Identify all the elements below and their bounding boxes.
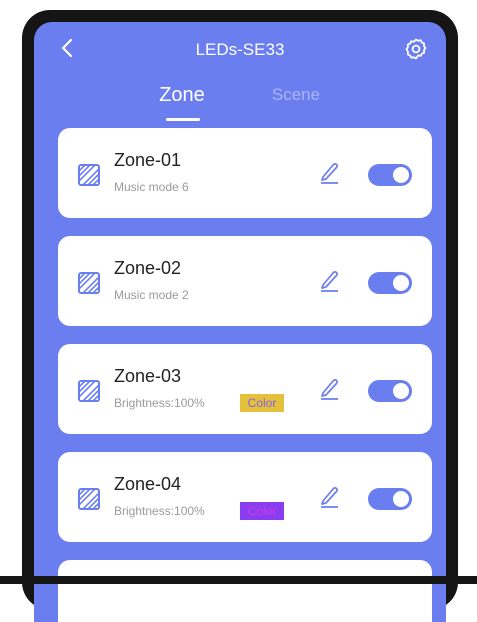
gear-icon (405, 38, 427, 60)
toggle-knob (393, 275, 409, 291)
zone-name: Zone-02 (114, 258, 182, 278)
zone-toggle[interactable] (368, 380, 412, 402)
zone-name: Zone-04 (114, 474, 182, 494)
header: LEDs-SE33 Zone Scene (34, 22, 446, 122)
edit-button[interactable] (318, 484, 340, 508)
color-swatch-tag: Color (240, 394, 284, 412)
pencil-icon (321, 271, 338, 292)
zone-brightness: Brightness:100% (114, 504, 205, 518)
edit-button[interactable] (318, 376, 340, 400)
tab-zone[interactable]: Zone (142, 84, 222, 107)
tab-scene[interactable]: Scene (256, 85, 336, 105)
pencil-icon (321, 163, 338, 184)
zone-name: Zone-01 (114, 150, 182, 170)
zone-toggle[interactable] (368, 272, 412, 294)
zone-card[interactable]: Zone-04 Brightness:100% Color (58, 452, 432, 542)
zone-pattern-icon (78, 488, 100, 510)
zone-card[interactable]: Zone-03 Brightness:100% Color (58, 344, 432, 434)
zone-mode: Music mode 6 (114, 180, 189, 194)
toggle-knob (393, 167, 409, 183)
toggle-knob (393, 491, 409, 507)
zone-card[interactable]: Zone-02 Music mode 2 (58, 236, 432, 326)
page-title: LEDs-SE33 (195, 40, 285, 59)
zone-card-partial[interactable] (58, 560, 432, 622)
pencil-icon (321, 487, 338, 508)
zone-name: Zone-03 (114, 366, 182, 386)
color-swatch-tag: Color (240, 502, 284, 520)
zone-toggle[interactable] (368, 488, 412, 510)
toggle-knob (393, 383, 409, 399)
phone-bottom-edge (0, 576, 477, 584)
edit-button[interactable] (318, 268, 340, 292)
zone-pattern-icon (78, 164, 100, 186)
edit-button[interactable] (318, 160, 340, 184)
zone-toggle[interactable] (368, 164, 412, 186)
active-tab-indicator (166, 118, 200, 121)
zone-brightness: Brightness:100% (114, 396, 205, 410)
zone-card[interactable]: Zone-01 Music mode 6 (58, 128, 432, 218)
pencil-icon (321, 379, 338, 400)
settings-button[interactable] (404, 37, 428, 61)
zone-pattern-icon (78, 380, 100, 402)
app-screen: LEDs-SE33 Zone Scene Zone-01 Music mode … (34, 22, 446, 622)
zone-mode: Music mode 2 (114, 288, 189, 302)
zone-pattern-icon (78, 272, 100, 294)
